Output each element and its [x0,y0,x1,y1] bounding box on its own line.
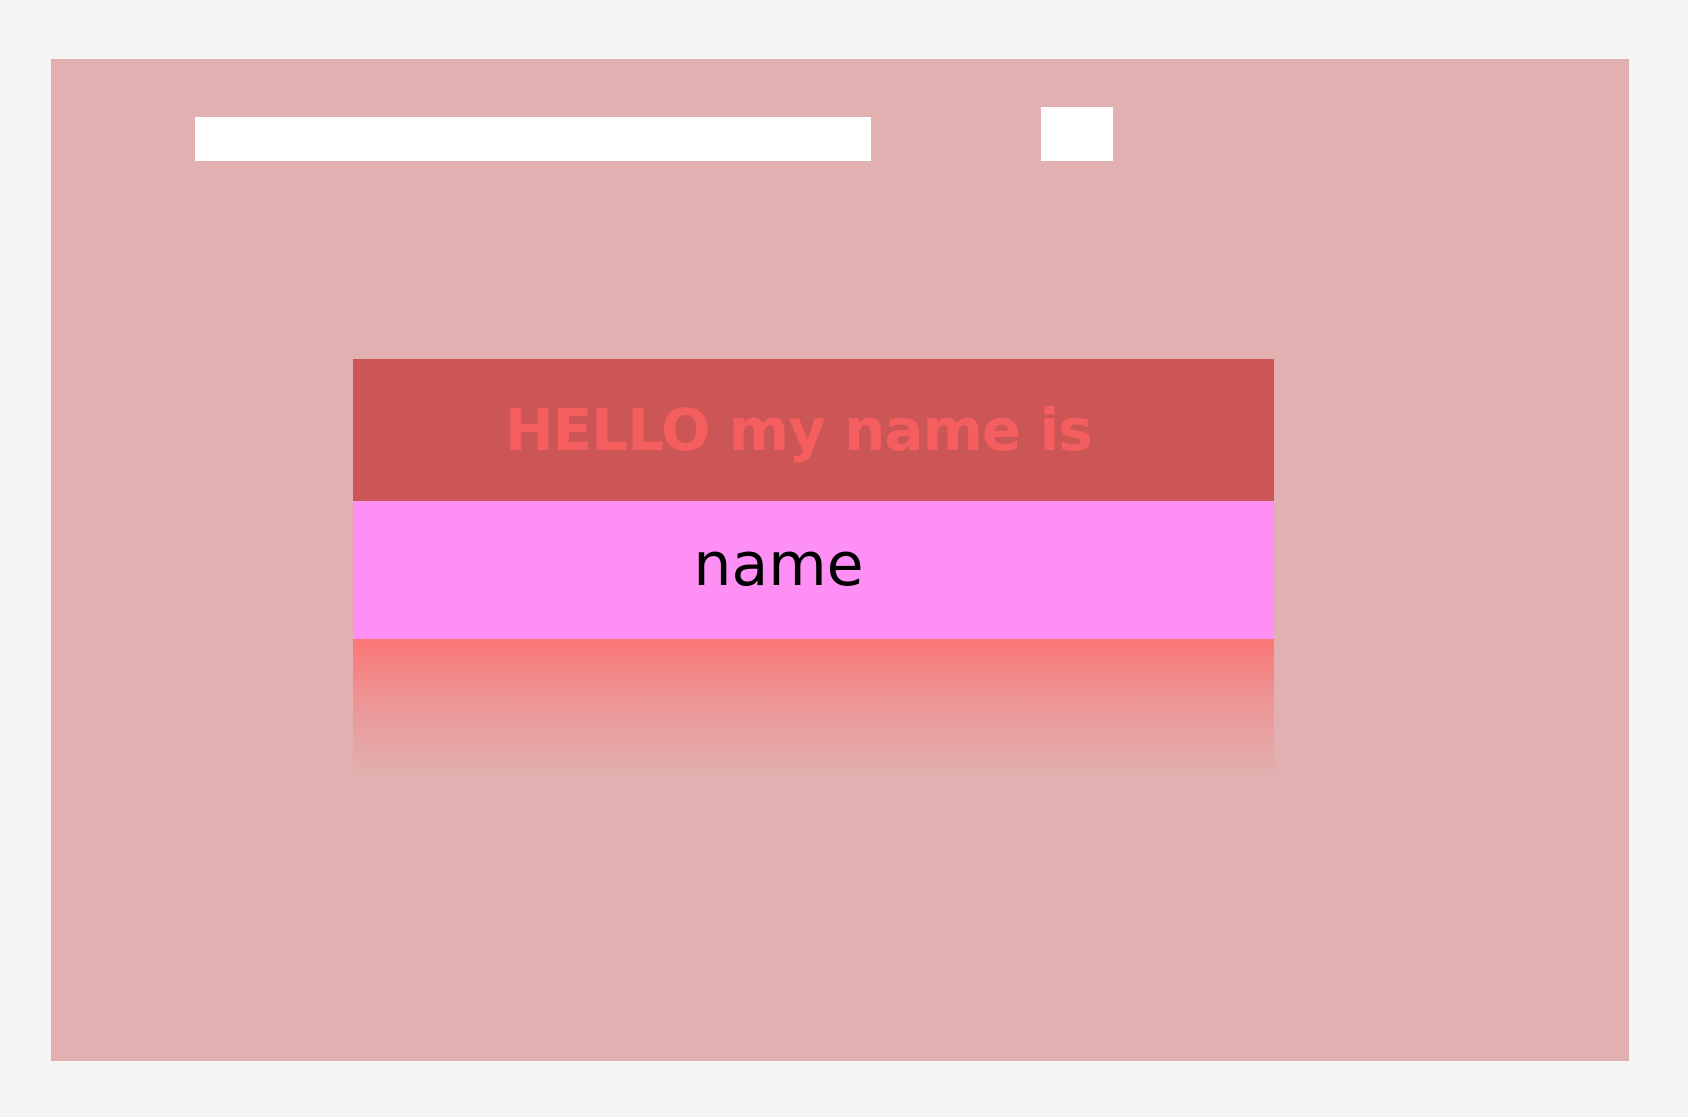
name-tag-name-band: name [353,501,1274,639]
app-panel: HELLO my name is name [51,59,1629,1061]
name-tag-fade-footer [353,639,1274,777]
name-input[interactable] [195,117,871,161]
name-tag-greeting: HELLO my name is [505,396,1093,464]
name-tag-header: HELLO my name is [353,359,1274,501]
name-tag: HELLO my name is name [353,359,1274,777]
submit-button[interactable] [1041,107,1113,161]
name-tag-name: name [693,530,864,600]
